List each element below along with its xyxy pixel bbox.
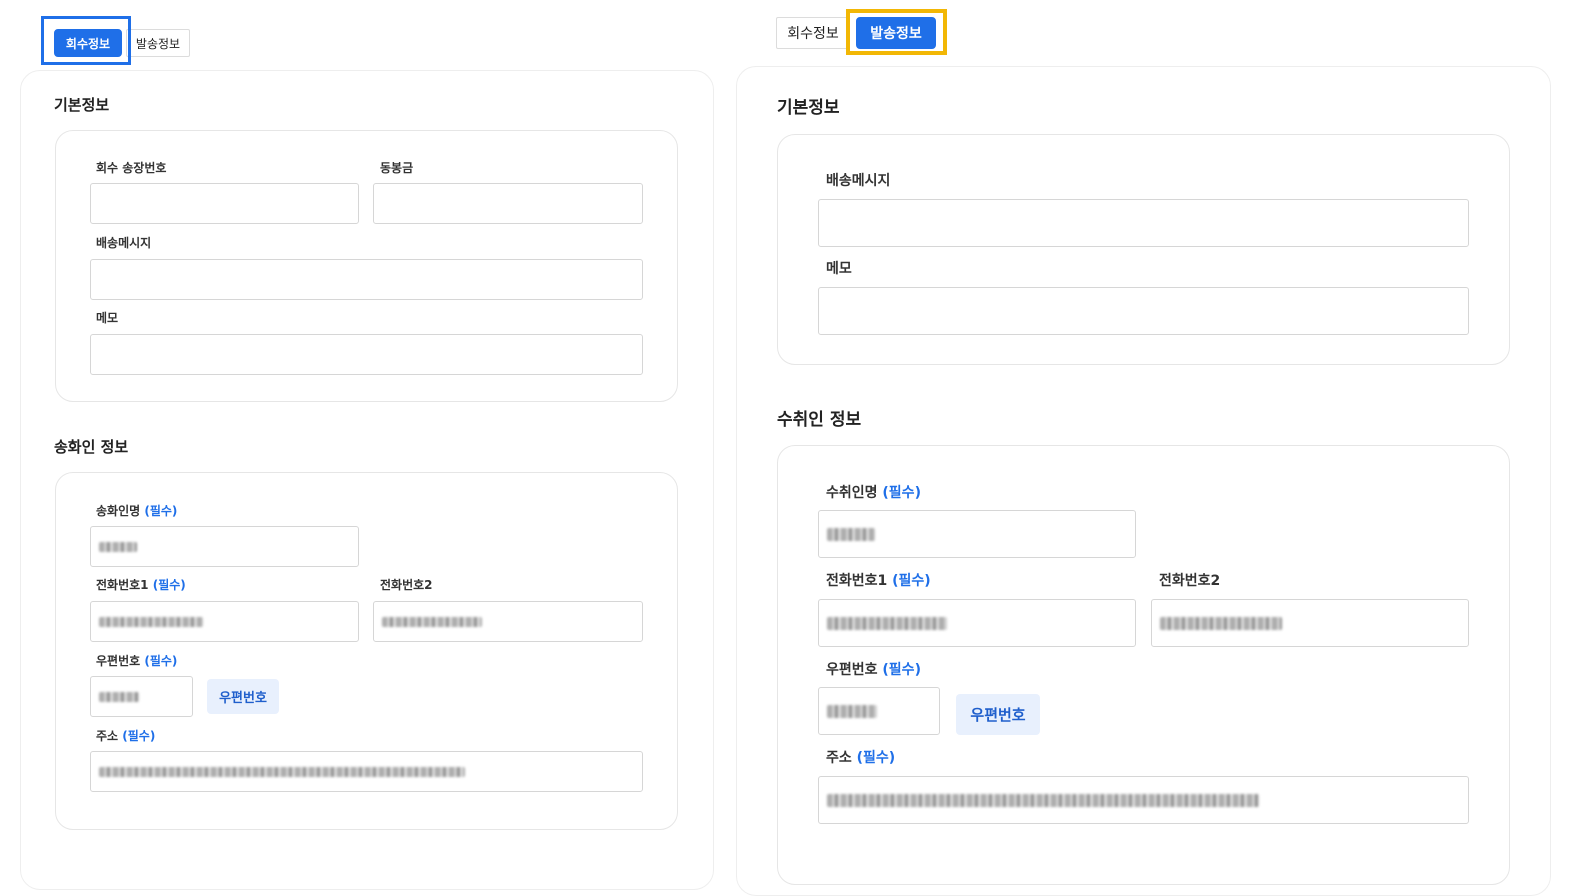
- delivery-message-input[interactable]: [818, 199, 1469, 247]
- recipient-zipcode-text: 우편번호: [826, 662, 878, 678]
- delivery-message-label: 배송메시지: [96, 236, 152, 250]
- sender-address-input[interactable]: [90, 751, 643, 792]
- recipient-name-text: 수취인명: [826, 485, 878, 501]
- memo-input[interactable]: [90, 334, 643, 375]
- sender-name-label: 송화인명 (필수): [96, 502, 177, 519]
- recipient-address-label: 주소 (필수): [826, 747, 895, 767]
- sender-zipcode-text: 우편번호: [96, 654, 141, 668]
- basic-info-title: 기본정보: [54, 96, 110, 114]
- required-mark: (필수): [144, 654, 178, 668]
- recipient-info-title: 수취인 정보: [777, 410, 862, 430]
- memo-input[interactable]: [818, 287, 1469, 335]
- recipient-phone1-label: 전화번호1 (필수): [826, 570, 931, 590]
- tab-send-info[interactable]: 발송정보: [126, 29, 190, 57]
- recipient-name-input[interactable]: [818, 510, 1136, 558]
- delivery-message-label: 배송메시지: [826, 173, 891, 189]
- delivery-message-input[interactable]: [90, 259, 643, 300]
- recipient-address-input[interactable]: [818, 776, 1469, 824]
- recipient-phone2-input[interactable]: [1151, 599, 1469, 647]
- required-mark: (필수): [856, 750, 896, 766]
- required-mark: (필수): [152, 578, 186, 592]
- redacted-value: [382, 616, 482, 627]
- return-tracking-input[interactable]: [90, 183, 359, 224]
- basic-info-title: 기본정보: [777, 98, 840, 118]
- sender-address-label: 주소 (필수): [96, 727, 155, 744]
- sender-zipcode-search-button[interactable]: 우편번호: [207, 679, 279, 714]
- recipient-zipcode-input[interactable]: [818, 687, 940, 735]
- recipient-address-text: 주소: [826, 750, 852, 766]
- required-mark: (필수): [882, 662, 921, 678]
- sender-name-text: 송화인명: [96, 504, 141, 518]
- highlight-box-send-tab: [846, 9, 947, 55]
- sender-phone1-label: 전화번호1 (필수): [96, 576, 186, 593]
- redacted-value: [827, 704, 877, 718]
- redacted-value: [99, 691, 139, 702]
- sender-phone2-label: 전화번호2: [380, 578, 433, 592]
- required-mark: (필수): [144, 504, 178, 518]
- redacted-value: [827, 616, 947, 630]
- sender-phone2-input[interactable]: [373, 601, 643, 642]
- sender-info-title: 송화인 정보: [54, 438, 129, 456]
- redacted-value: [99, 766, 465, 777]
- memo-label: 메모: [826, 261, 852, 277]
- redacted-value: [99, 541, 137, 552]
- recipient-phone1-text: 전화번호1: [826, 573, 888, 589]
- return-tracking-label: 회수 송장번호: [96, 161, 167, 175]
- recipient-zipcode-label: 우편번호 (필수): [826, 659, 921, 679]
- recipient-name-label: 수취인명 (필수): [826, 482, 921, 502]
- redacted-value: [1160, 616, 1282, 630]
- required-mark: (필수): [122, 729, 156, 743]
- enclosed-label: 동봉금: [380, 161, 414, 175]
- sender-name-input[interactable]: [90, 526, 359, 567]
- required-mark: (필수): [882, 485, 921, 501]
- recipient-phone1-input[interactable]: [818, 599, 1136, 647]
- recipient-phone2-label: 전화번호2: [1159, 573, 1221, 589]
- sender-phone1-input[interactable]: [90, 601, 359, 642]
- highlight-box-return-tab: [41, 16, 131, 65]
- enclosed-input[interactable]: [373, 183, 643, 224]
- sender-address-text: 주소: [96, 729, 119, 743]
- tab-return-info[interactable]: 회수정보: [776, 17, 850, 49]
- sender-phone1-text: 전화번호1: [96, 578, 149, 592]
- redacted-value: [827, 527, 875, 541]
- required-mark: (필수): [892, 573, 931, 589]
- memo-label: 메모: [96, 311, 119, 325]
- redacted-value: [827, 793, 1259, 807]
- recipient-zipcode-search-button[interactable]: 우편번호: [956, 694, 1040, 735]
- sender-zipcode-input[interactable]: [90, 676, 193, 717]
- sender-zipcode-label: 우편번호 (필수): [96, 652, 177, 669]
- redacted-value: [99, 616, 203, 627]
